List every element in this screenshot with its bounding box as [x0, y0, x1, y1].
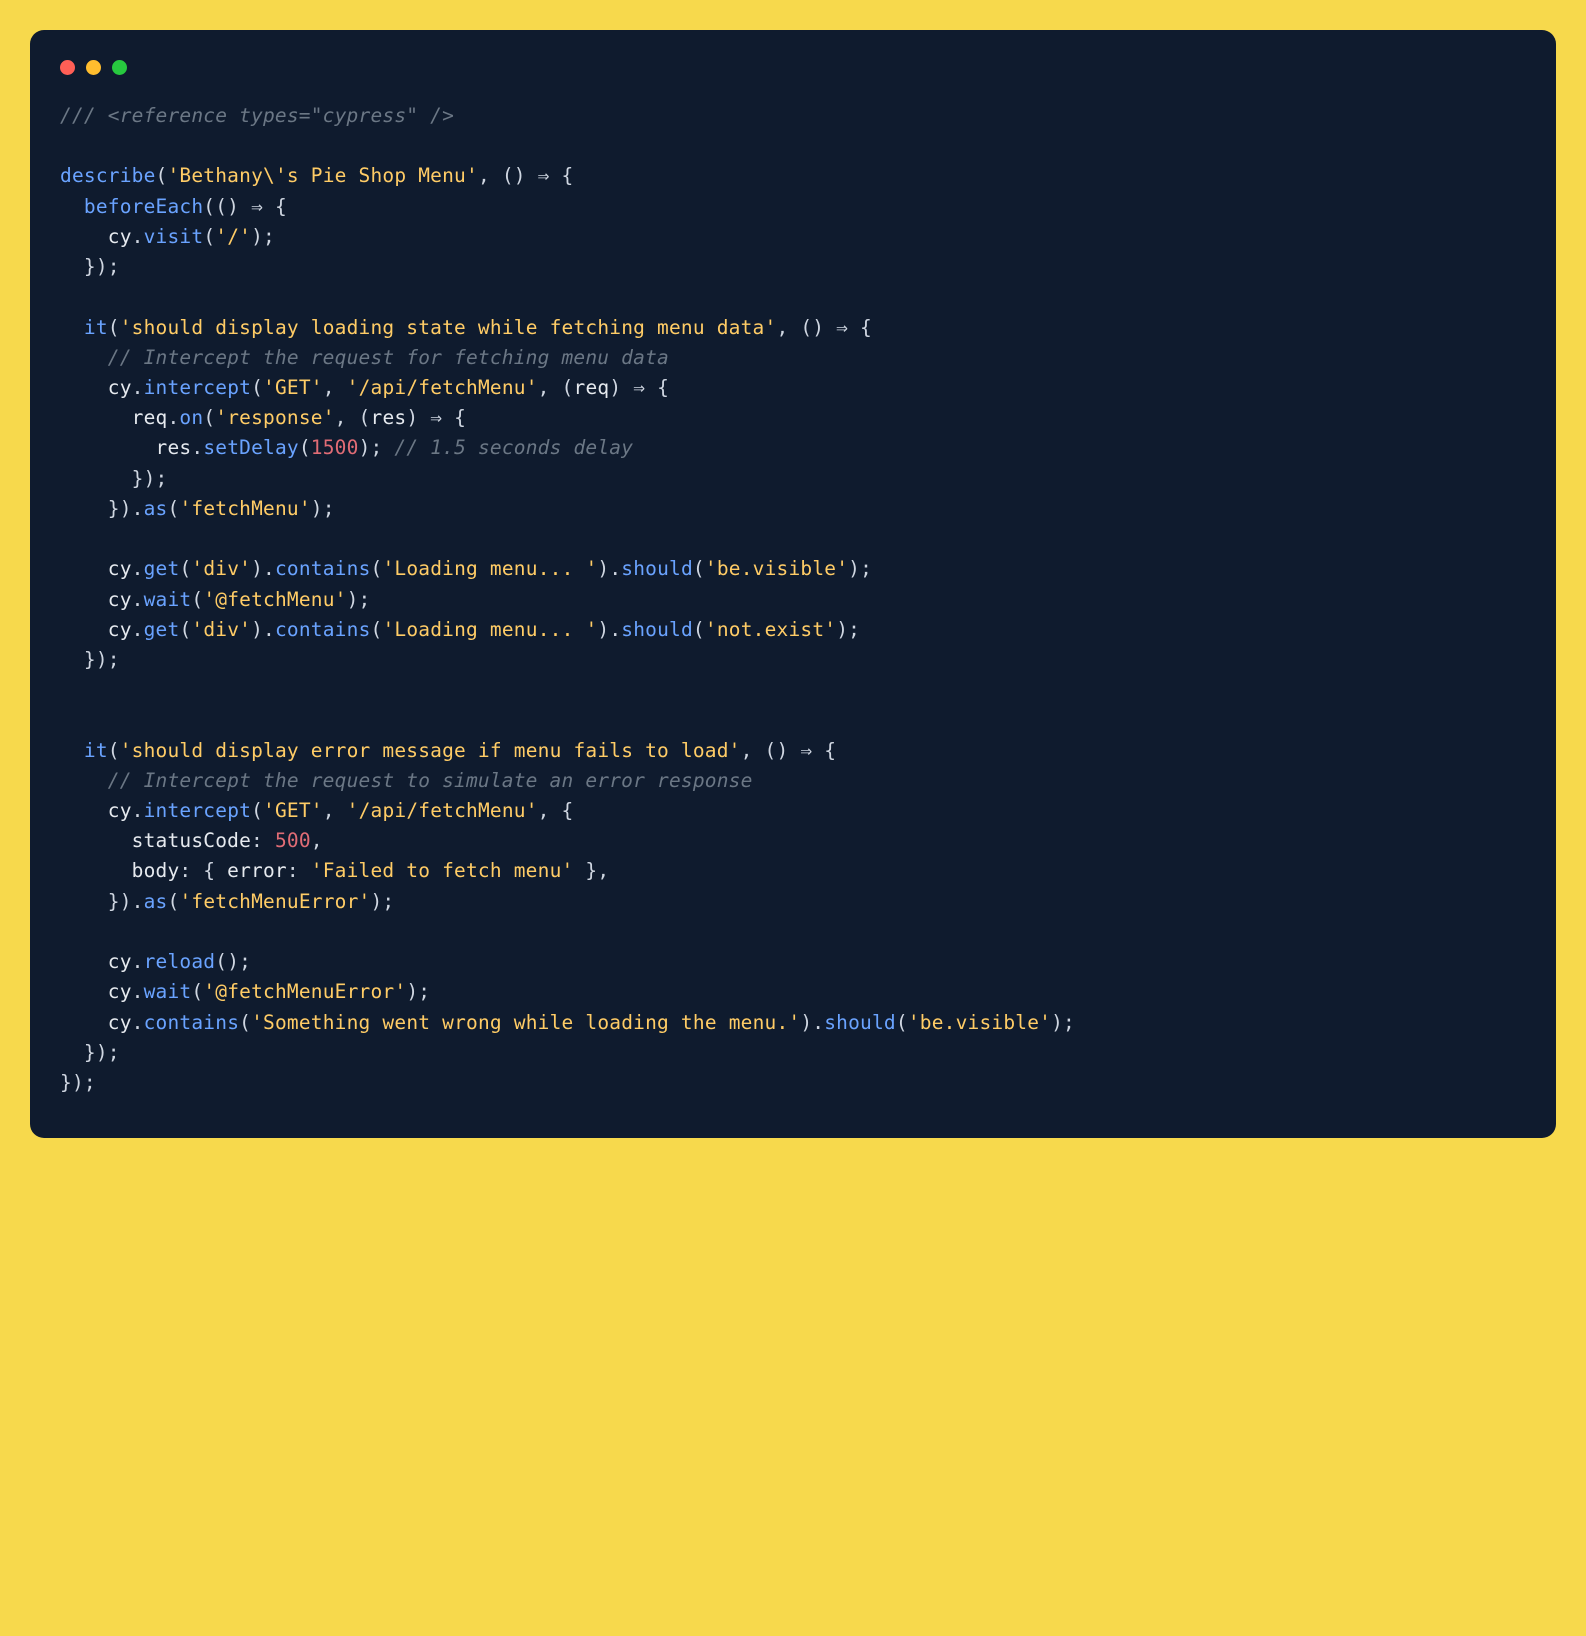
- code-string: 'Loading menu... ': [382, 618, 597, 641]
- code-window: /// <reference types="cypress" /> descri…: [30, 30, 1556, 1138]
- code-fn: wait: [144, 980, 192, 1003]
- code-string: 'fetchMenuError': [179, 890, 370, 913]
- code-string: 'not.exist': [705, 618, 836, 641]
- minimize-icon[interactable]: [86, 60, 101, 75]
- code-ident: cy: [108, 980, 132, 1003]
- code-string: 'response': [215, 406, 334, 429]
- code-fn: beforeEach: [84, 195, 203, 218]
- code-string: 'Loading menu... ': [382, 557, 597, 580]
- code-param: res: [371, 406, 407, 429]
- code-ident: req: [132, 406, 168, 429]
- code-fn: visit: [144, 225, 204, 248]
- code-string: '@fetchMenu': [203, 588, 346, 611]
- code-number: 1500: [311, 436, 359, 459]
- code-string: '@fetchMenuError': [203, 980, 406, 1003]
- code-param: req: [574, 376, 610, 399]
- code-fn: contains: [275, 557, 371, 580]
- code-fn: should: [824, 1011, 896, 1034]
- code-fn: on: [179, 406, 203, 429]
- code-fn: get: [144, 557, 180, 580]
- code-ident: cy: [108, 618, 132, 641]
- code-string: 'should display error message if menu fa…: [120, 739, 741, 762]
- code-block: /// <reference types="cypress" /> descri…: [60, 101, 1526, 1098]
- code-fn: get: [144, 618, 180, 641]
- code-ident: statusCode: [132, 829, 251, 852]
- code-string: '/api/fetchMenu': [347, 376, 538, 399]
- code-fn: should: [621, 557, 693, 580]
- code-ident: error: [227, 859, 287, 882]
- code-fn: should: [621, 618, 693, 641]
- code-string: 'Something went wrong while loading the …: [251, 1011, 800, 1034]
- code-ident: cy: [108, 588, 132, 611]
- code-string: 'Failed to fetch menu': [311, 859, 574, 882]
- code-ident: cy: [108, 1011, 132, 1034]
- code-fn: as: [144, 890, 168, 913]
- code-fn: contains: [275, 618, 371, 641]
- maximize-icon[interactable]: [112, 60, 127, 75]
- code-string: '/api/fetchMenu': [347, 799, 538, 822]
- code-string: 'GET': [263, 376, 323, 399]
- window-titlebar: [60, 54, 1526, 101]
- code-fn: reload: [144, 950, 216, 973]
- code-fn: describe: [60, 164, 156, 187]
- code-string: 'GET': [263, 799, 323, 822]
- code-string: 'be.visible': [908, 1011, 1051, 1034]
- code-fn: it: [84, 316, 108, 339]
- code-fn: intercept: [144, 376, 251, 399]
- code-comment: // Intercept the request to simulate an …: [108, 769, 753, 792]
- code-string: 'div': [191, 618, 251, 641]
- code-comment: // 1.5 seconds delay: [394, 436, 633, 459]
- code-string: 'should display loading state while fetc…: [120, 316, 777, 339]
- code-fn: it: [84, 739, 108, 762]
- code-comment: // Intercept the request for fetching me…: [108, 346, 669, 369]
- code-ident: body: [132, 859, 180, 882]
- code-ident: cy: [108, 376, 132, 399]
- code-ident: res: [156, 436, 192, 459]
- code-string: 'div': [191, 557, 251, 580]
- code-comment: /// <reference types="cypress" />: [60, 104, 454, 127]
- code-ident: cy: [108, 557, 132, 580]
- code-string: 'be.visible': [705, 557, 848, 580]
- code-string: 'fetchMenu': [179, 497, 310, 520]
- code-ident: cy: [108, 799, 132, 822]
- code-ident: cy: [108, 950, 132, 973]
- code-fn: contains: [144, 1011, 240, 1034]
- code-fn: as: [144, 497, 168, 520]
- close-icon[interactable]: [60, 60, 75, 75]
- code-string: 'Bethany\'s Pie Shop Menu': [167, 164, 477, 187]
- code-string: '/': [215, 225, 251, 248]
- code-fn: setDelay: [203, 436, 299, 459]
- code-fn: wait: [144, 588, 192, 611]
- code-fn: intercept: [144, 799, 251, 822]
- code-ident: cy: [108, 225, 132, 248]
- code-number: 500: [275, 829, 311, 852]
